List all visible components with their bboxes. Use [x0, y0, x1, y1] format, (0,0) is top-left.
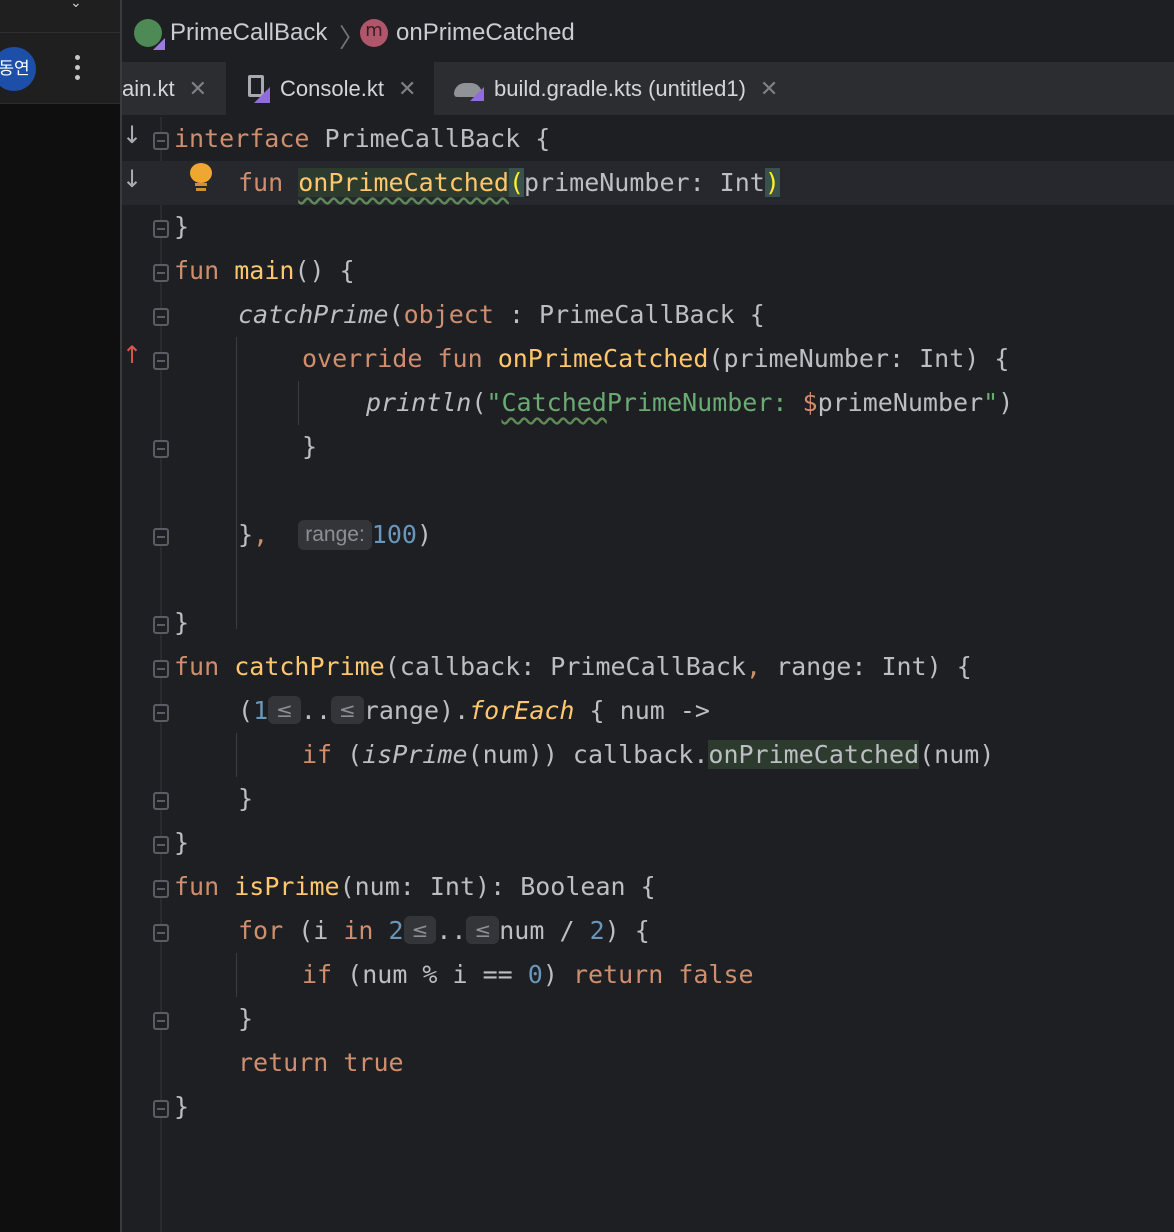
- inlay-hint-range: range:: [298, 520, 372, 550]
- code-text: fun isPrime(num: Int): Boolean {: [174, 872, 656, 901]
- code-text: println("CatchedPrimeNumber: $primeNumbe…: [366, 388, 1014, 417]
- code-editor[interactable]: ↓ interface PrimeCallBack { ↓ fun onPrim…: [122, 117, 1174, 1232]
- fold-icon[interactable]: [153, 836, 169, 854]
- fold-icon[interactable]: [153, 660, 169, 678]
- code-line: }: [122, 821, 1174, 865]
- tab-main-kt[interactable]: ain.kt ✕: [122, 62, 226, 116]
- code-line: ↓ interface PrimeCallBack {: [122, 117, 1174, 161]
- breadcrumb-method-label: onPrimeCatched: [396, 19, 575, 46]
- tab-console-kt[interactable]: Console.kt ✕: [226, 62, 434, 116]
- avatar[interactable]: 동연: [0, 47, 36, 91]
- implemented-down-arrow-icon[interactable]: ↓: [122, 165, 142, 193]
- code-text: }: [238, 784, 254, 813]
- ide-window: PrimeCallBack 〉 onPrimeCatched ain.kt ✕ …: [122, 0, 1174, 1232]
- code-text: return true: [238, 1048, 404, 1077]
- left-app-header: ⌄ 동연: [0, 0, 121, 104]
- kebab-menu-icon[interactable]: [72, 52, 82, 86]
- inlay-hint-le: ≤: [268, 696, 301, 724]
- tab-label: ain.kt: [122, 76, 175, 101]
- range-value: 100: [371, 520, 417, 549]
- code-line: return true: [122, 1041, 1174, 1085]
- code-line: fun catchPrime(callback: PrimeCallBack, …: [122, 645, 1174, 689]
- code-text: override fun onPrimeCatched(primeNumber:…: [302, 344, 1010, 373]
- code-line: println("CatchedPrimeNumber: $primeNumbe…: [122, 381, 1174, 425]
- fold-icon[interactable]: [153, 528, 169, 546]
- code-line: for (i in 2 ≤.. ≤ num / 2) {: [122, 909, 1174, 953]
- divider: [0, 32, 121, 33]
- code-text: catchPrime(object : PrimeCallBack {: [238, 300, 765, 329]
- code-text: fun catchPrime(callback: PrimeCallBack, …: [174, 652, 972, 681]
- tab-label: build.gradle.kts (untitled1): [494, 76, 746, 101]
- tab-build-gradle[interactable]: build.gradle.kts (untitled1) ✕: [436, 62, 816, 116]
- code-line-current: ↓ fun onPrimeCatched(primeNumber: Int): [122, 161, 1174, 205]
- code-text: }: [174, 608, 190, 637]
- close-icon[interactable]: ✕: [398, 76, 416, 102]
- code-line: if (num % i == 0) return false: [122, 953, 1174, 997]
- code-text: fun main() {: [174, 256, 355, 285]
- code-line: catchPrime(object : PrimeCallBack {: [122, 293, 1174, 337]
- fold-icon[interactable]: [153, 924, 169, 942]
- inlay-hint-le: ≤: [331, 696, 364, 724]
- code-line: ↑ override fun onPrimeCatched(primeNumbe…: [122, 337, 1174, 381]
- code-text: if (isPrime(num)) callback.onPrimeCatche…: [302, 740, 995, 769]
- implemented-down-arrow-icon[interactable]: ↓: [122, 121, 142, 149]
- close-icon[interactable]: ✕: [189, 76, 207, 102]
- close-icon[interactable]: ✕: [760, 76, 778, 102]
- code-line: fun isPrime(num: Int): Boolean {: [122, 865, 1174, 909]
- code-line: }: [122, 997, 1174, 1041]
- fold-icon[interactable]: [153, 264, 169, 282]
- inlay-hint-le: ≤: [403, 916, 437, 944]
- code-text: fun onPrimeCatched(primeNumber: Int): [238, 168, 780, 197]
- fold-icon[interactable]: [153, 792, 169, 810]
- code-line: (1 ≤.. ≤ range).forEach { num ->: [122, 689, 1174, 733]
- fold-icon[interactable]: [153, 1012, 169, 1030]
- code-text: if (num % i == 0) return false: [302, 960, 754, 989]
- fold-icon[interactable]: [153, 132, 169, 150]
- code-text: }: [238, 1004, 254, 1033]
- fold-icon[interactable]: [153, 440, 169, 458]
- breadcrumb: PrimeCallBack 〉 onPrimeCatched: [122, 0, 1174, 62]
- code-text: }, range: 100): [238, 520, 432, 550]
- code-text: (1 ≤.. ≤ range).forEach { num ->: [238, 696, 710, 725]
- code-line: }: [122, 1085, 1174, 1129]
- breadcrumb-method[interactable]: onPrimeCatched: [360, 16, 575, 50]
- fold-icon[interactable]: [153, 1100, 169, 1118]
- fold-icon[interactable]: [153, 880, 169, 898]
- code-line: fun main() {: [122, 249, 1174, 293]
- code-line: }: [122, 601, 1174, 645]
- left-app-panel: [0, 0, 121, 1232]
- code-line: }: [122, 205, 1174, 249]
- kotlin-file-icon: [244, 75, 270, 103]
- code-line: }: [122, 425, 1174, 469]
- code-line: if (isPrime(num)) callback.onPrimeCatche…: [122, 733, 1174, 777]
- fold-icon[interactable]: [153, 220, 169, 238]
- fold-icon[interactable]: [153, 704, 169, 722]
- breadcrumb-class[interactable]: PrimeCallBack: [134, 16, 327, 50]
- kotlin-interface-icon: [134, 19, 165, 50]
- method-icon: [360, 19, 388, 47]
- code-text: }: [174, 212, 190, 241]
- fold-icon[interactable]: [153, 352, 169, 370]
- overrides-up-arrow-icon[interactable]: ↑: [122, 341, 142, 369]
- tab-label: Console.kt: [280, 76, 384, 101]
- code-text: }: [302, 432, 318, 461]
- lightbulb-icon[interactable]: [190, 163, 212, 191]
- code-line: }, range: 100): [122, 513, 1174, 557]
- fold-icon[interactable]: [153, 308, 169, 326]
- chevron-down-icon[interactable]: ⌄: [70, 0, 82, 11]
- gradle-icon: [452, 77, 484, 101]
- editor-tabs: ain.kt ✕ Console.kt ✕ build.gradle.kts (…: [122, 62, 1174, 116]
- breadcrumb-class-label: PrimeCallBack: [170, 19, 328, 46]
- code-line: }: [122, 777, 1174, 821]
- code-text: }: [174, 828, 190, 857]
- inlay-hint-le: ≤: [466, 916, 500, 944]
- code-text: for (i in 2 ≤.. ≤ num / 2) {: [238, 916, 650, 945]
- fold-icon[interactable]: [153, 616, 169, 634]
- code-text: }: [174, 1092, 190, 1121]
- code-text: interface PrimeCallBack {: [174, 124, 551, 153]
